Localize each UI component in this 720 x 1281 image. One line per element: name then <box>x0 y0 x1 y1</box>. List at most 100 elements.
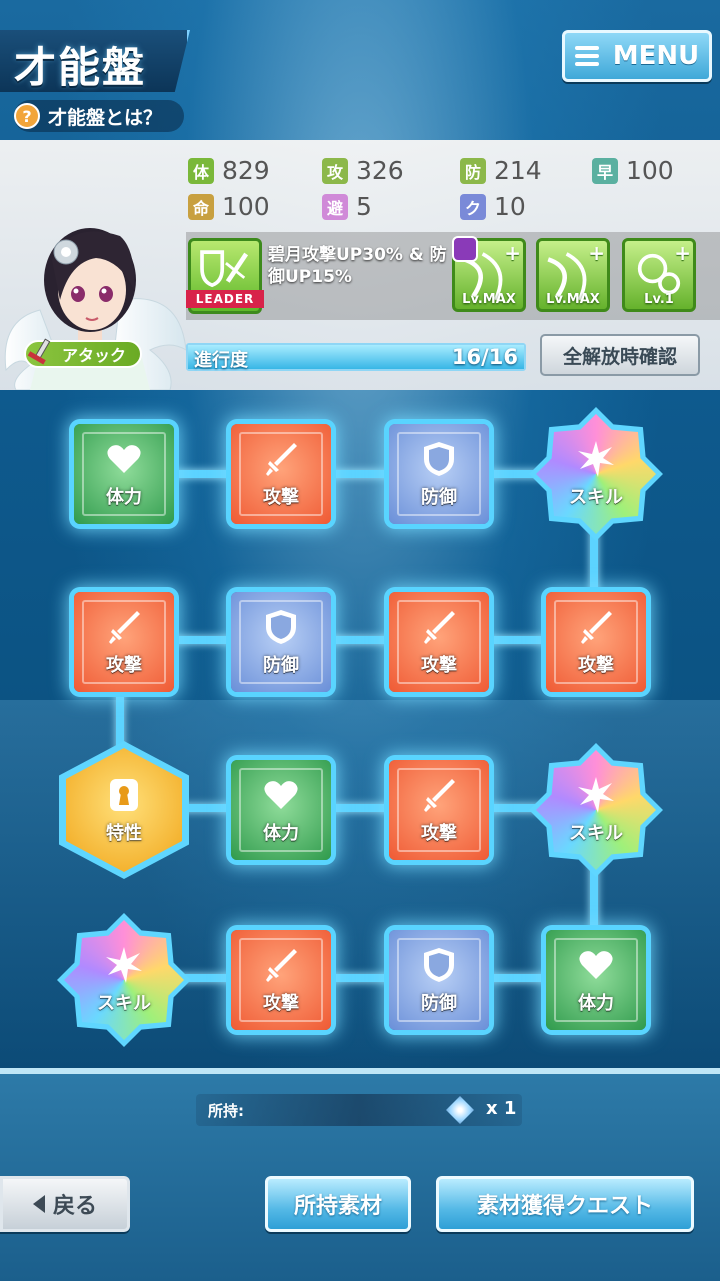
tile-label: 攻撃 <box>263 487 299 508</box>
stat-value: 100 <box>626 156 674 185</box>
stat-value: 326 <box>356 156 404 185</box>
tile-label: 攻撃 <box>421 655 457 676</box>
skill-plus-icon: + <box>674 241 691 265</box>
stat-value: 829 <box>222 156 270 185</box>
owned-label: 所持: <box>208 1102 244 1120</box>
menu-label: MENU <box>612 41 700 71</box>
board-tile[interactable]: 攻撃 <box>389 760 489 860</box>
stat-value: 214 <box>494 156 542 185</box>
progress-bar: 進行度 16/16 <box>186 343 526 371</box>
tile-label: 体力 <box>263 823 299 844</box>
tile-label: 攻撃 <box>263 993 299 1014</box>
shield-icon <box>419 439 459 479</box>
stat-evasion: 避 5 <box>322 192 372 221</box>
connector <box>120 974 600 982</box>
defense-icon: 防 <box>460 157 486 184</box>
attack-icon: 攻 <box>322 157 348 184</box>
burst-icon <box>104 945 144 985</box>
back-label: 戻る <box>52 1194 97 1219</box>
heart-icon <box>104 439 144 479</box>
question-icon: ? <box>14 103 40 129</box>
attack-sword-icon <box>27 338 51 365</box>
hp-icon: 体 <box>188 157 214 184</box>
skill-level: Lv.1 <box>644 292 674 307</box>
leader-tag: LEADER <box>186 290 264 308</box>
menu-button[interactable]: MENU <box>562 30 712 82</box>
skill-slot-2[interactable]: + Lv.MAX <box>536 238 610 312</box>
leader-description: 碧月攻撃UP30% & 防御UP15% <box>268 245 447 287</box>
skill-level: Lv.MAX <box>462 292 516 307</box>
tile-label: スキル <box>569 823 623 844</box>
critical-icon: ク <box>460 193 486 220</box>
skill-plus-icon: + <box>588 241 605 265</box>
help-link[interactable]: ? 才能盤とは？ <box>14 100 184 132</box>
connector <box>120 804 600 812</box>
stat-value: 5 <box>356 192 372 221</box>
tile-label: 攻撃 <box>578 655 614 676</box>
board-tile[interactable]: スキル <box>536 414 656 534</box>
tile-label: 体力 <box>106 487 142 508</box>
stat-critical: ク 10 <box>460 192 526 221</box>
tile-label: スキル <box>97 993 151 1014</box>
tile-label: 体力 <box>578 993 614 1014</box>
stat-hp: 体 829 <box>188 156 270 185</box>
board-tile[interactable]: スキル <box>64 920 184 1040</box>
hamburger-icon <box>574 46 599 66</box>
talent-board: 体力 攻撃 防御 スキル 攻撃 防御 攻撃 攻撃 特性 体力 攻撃 スキル スキル 攻撃 防御 体力 <box>0 390 720 1080</box>
accuracy-icon: 命 <box>188 193 214 220</box>
heart-icon <box>576 945 616 985</box>
sword-icon <box>576 607 616 647</box>
tile-label: 特性 <box>106 823 142 844</box>
connector <box>120 470 600 478</box>
material-quest-button[interactable]: 素材獲得クエスト <box>436 1176 694 1232</box>
owned-count: x 1 <box>486 1098 517 1119</box>
full-release-confirm-button[interactable]: 全解放時確認 <box>540 334 700 376</box>
stat-value: 10 <box>494 192 526 221</box>
stat-attack: 攻 326 <box>322 156 404 185</box>
evasion-icon: 避 <box>322 193 348 220</box>
speed-icon: 早 <box>592 157 618 184</box>
skill-plus-icon: + <box>504 241 521 265</box>
board-tile[interactable]: 攻撃 <box>546 592 646 692</box>
board-tile[interactable]: 防御 <box>389 930 489 1030</box>
board-tile[interactable]: スキル <box>536 750 656 870</box>
stats-grid: 体 829 攻 326 防 214 早 100 命 100 避 5 ク 10 <box>188 156 708 222</box>
board-tile[interactable]: 攻撃 <box>231 930 331 1030</box>
board-tile[interactable]: 攻撃 <box>389 592 489 692</box>
sword-icon <box>104 607 144 647</box>
board-tile[interactable]: 体力 <box>74 424 174 524</box>
stat-speed: 早 100 <box>592 156 674 185</box>
sword-icon <box>261 945 301 985</box>
help-text: 才能盤とは？ <box>48 106 163 129</box>
connector <box>120 636 600 644</box>
heart-icon <box>261 775 301 815</box>
keyhole-icon <box>104 775 144 815</box>
stat-defense: 防 214 <box>460 156 542 185</box>
tile-label: 防御 <box>421 993 457 1014</box>
back-arrow-icon <box>32 1195 45 1213</box>
board-tile[interactable]: 防御 <box>389 424 489 524</box>
shield-icon <box>419 945 459 985</box>
burst-icon <box>576 439 616 479</box>
board-tile[interactable]: 攻撃 <box>74 592 174 692</box>
tile-label: 防御 <box>263 655 299 676</box>
progress-count: 16/16 <box>451 345 518 369</box>
sword-icon <box>419 775 459 815</box>
board-tile[interactable]: 体力 <box>546 930 646 1030</box>
sword-icon <box>261 439 301 479</box>
board-tile[interactable]: 体力 <box>231 760 331 860</box>
skill-slot-3[interactable]: + Lv.1 <box>622 238 696 312</box>
back-button[interactable]: 戻る <box>0 1176 130 1232</box>
burst-icon <box>576 775 616 815</box>
tile-label: 防御 <box>421 487 457 508</box>
stat-value: 100 <box>222 192 270 221</box>
board-tile[interactable]: 防御 <box>231 592 331 692</box>
tile-label: 攻撃 <box>421 823 457 844</box>
sword-icon <box>419 607 459 647</box>
owned-materials-button[interactable]: 所持素材 <box>265 1176 411 1232</box>
board-tile[interactable]: 攻撃 <box>231 424 331 524</box>
page-title: 才能盤 <box>14 43 147 92</box>
progress-label: 進行度 <box>194 350 248 371</box>
tile-label: スキル <box>569 487 623 508</box>
skill-type-badge <box>452 236 478 262</box>
